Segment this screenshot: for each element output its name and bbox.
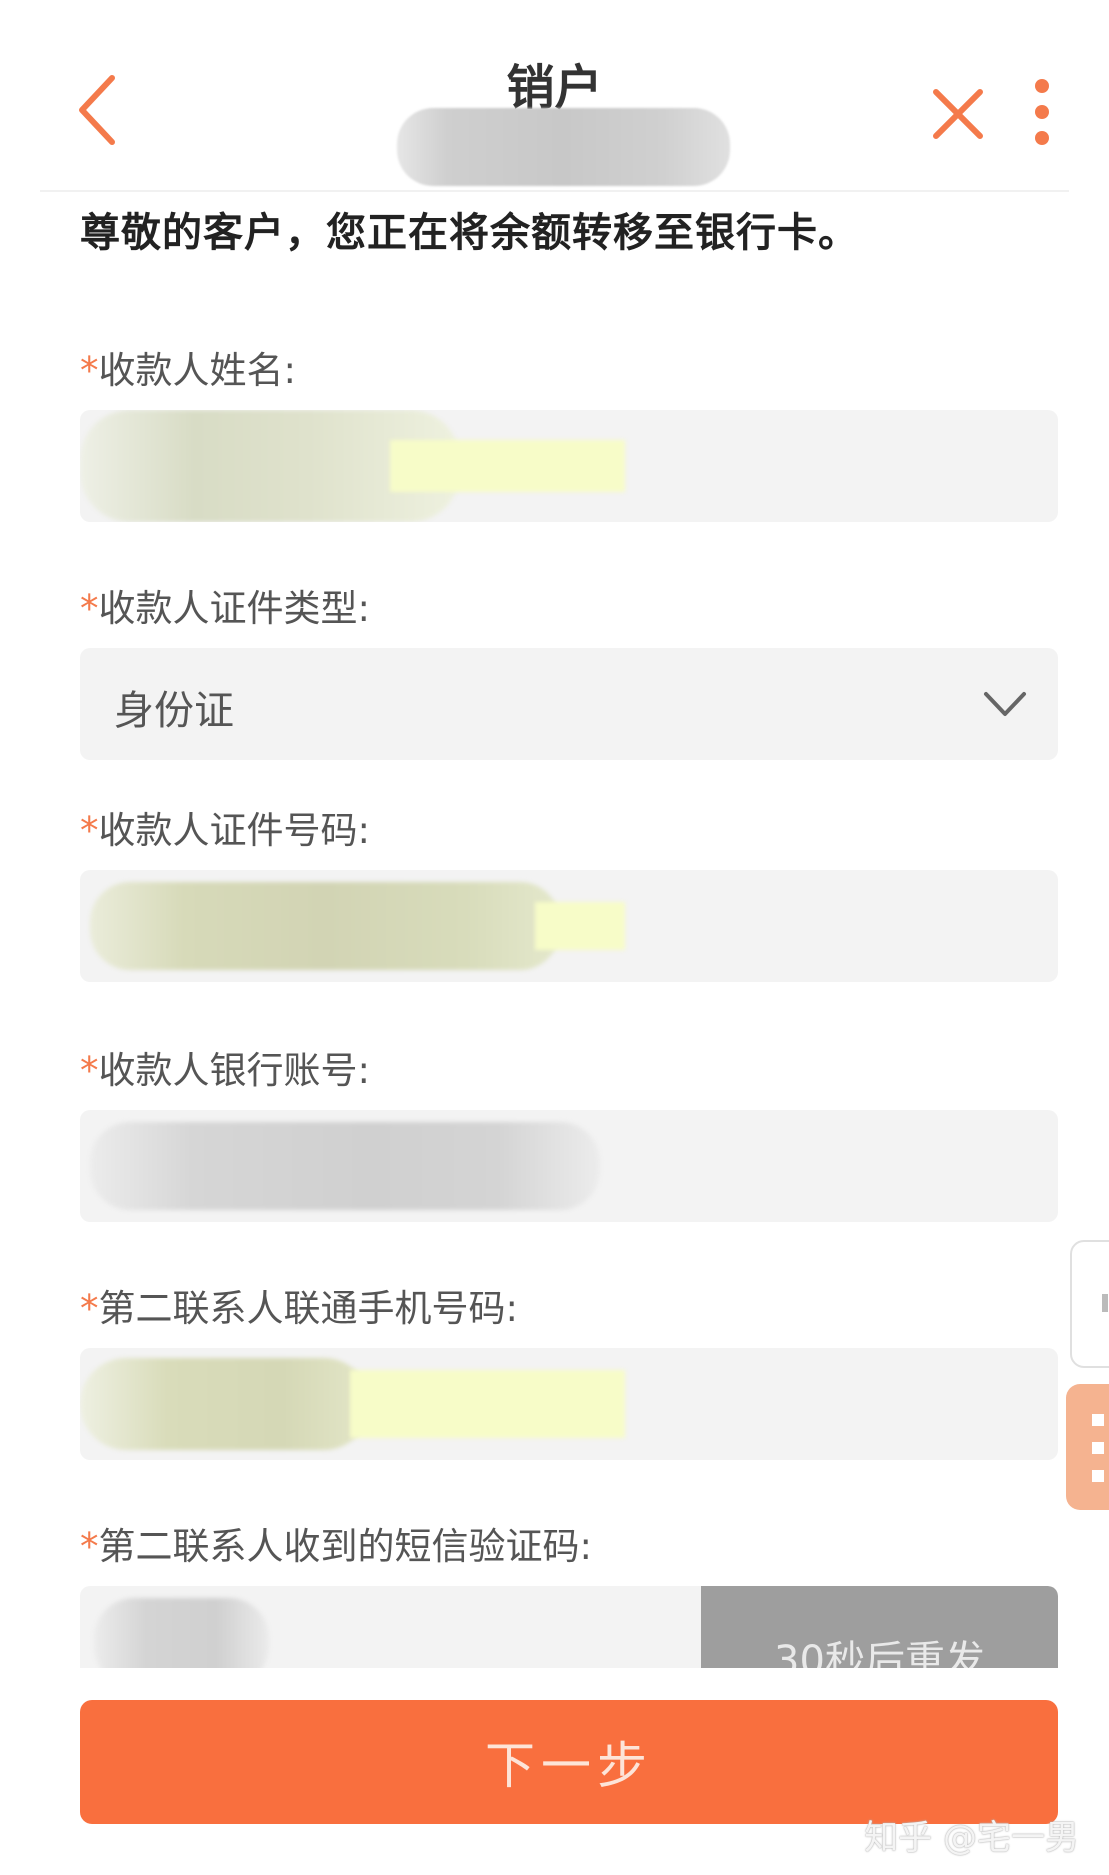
close-icon[interactable]: [928, 84, 988, 144]
id-number-label: *收款人证件号码:: [80, 800, 370, 854]
redacted-value: [350, 1370, 625, 1438]
redacted-value: [90, 1122, 600, 1210]
redacted-value: [390, 440, 625, 492]
floating-side-tab[interactable]: [1070, 1240, 1109, 1368]
close-account-page: 销户 尊敬的客户，您正在将余额转移至银行卡。 *收款人姓名: *收款人证件类型:…: [0, 0, 1109, 1875]
payee-name-label: *收款人姓名:: [80, 340, 296, 394]
required-mark: *: [80, 1287, 99, 1330]
id-type-label-text: 收款人证件类型:: [98, 587, 370, 630]
redacted-value: [80, 1358, 370, 1450]
payee-name-input[interactable]: [80, 410, 1058, 522]
bank-account-input[interactable]: [80, 1110, 1058, 1222]
header: 销户: [0, 0, 1109, 190]
id-number-input[interactable]: [80, 870, 1058, 982]
header-divider: [40, 190, 1069, 192]
redacted-value: [90, 882, 560, 970]
id-type-label: *收款人证件类型:: [80, 578, 370, 632]
second-contact-phone-label: *第二联系人联通手机号码:: [80, 1278, 518, 1332]
required-mark: *: [80, 1525, 99, 1568]
id-number-label-text: 收款人证件号码:: [98, 809, 370, 852]
required-mark: *: [80, 349, 99, 392]
second-contact-phone-label-text: 第二联系人联通手机号码:: [98, 1287, 518, 1330]
more-vertical-icon[interactable]: [1030, 78, 1054, 146]
second-contact-phone-input[interactable]: [80, 1348, 1058, 1460]
bank-account-label: *收款人银行账号:: [80, 1040, 370, 1094]
sms-code-label-text: 第二联系人收到的短信验证码:: [98, 1525, 592, 1568]
bank-account-label-text: 收款人银行账号:: [98, 1049, 370, 1092]
dots-icon: [1092, 1442, 1104, 1454]
transfer-notice: 尊敬的客户，您正在将余额转移至银行卡。: [80, 210, 859, 256]
redacted-value: [535, 902, 625, 950]
account-number-redacted: [397, 108, 730, 186]
id-type-select[interactable]: 身份证: [80, 648, 1058, 760]
floating-service-tab[interactable]: [1066, 1384, 1109, 1510]
id-type-value: 身份证: [114, 688, 234, 734]
required-mark: *: [80, 1049, 99, 1092]
required-mark: *: [80, 809, 99, 852]
payee-name-label-text: 收款人姓名:: [98, 349, 296, 392]
handle-icon: [1102, 1294, 1108, 1312]
next-step-button[interactable]: 下一步: [80, 1700, 1058, 1824]
chevron-down-icon: [984, 692, 1026, 716]
sms-code-label: *第二联系人收到的短信验证码:: [80, 1516, 592, 1570]
watermark: 知乎 @宅一男: [864, 1818, 1079, 1858]
dots-icon: [1092, 1414, 1104, 1426]
required-mark: *: [80, 587, 99, 630]
dots-icon: [1092, 1470, 1104, 1482]
